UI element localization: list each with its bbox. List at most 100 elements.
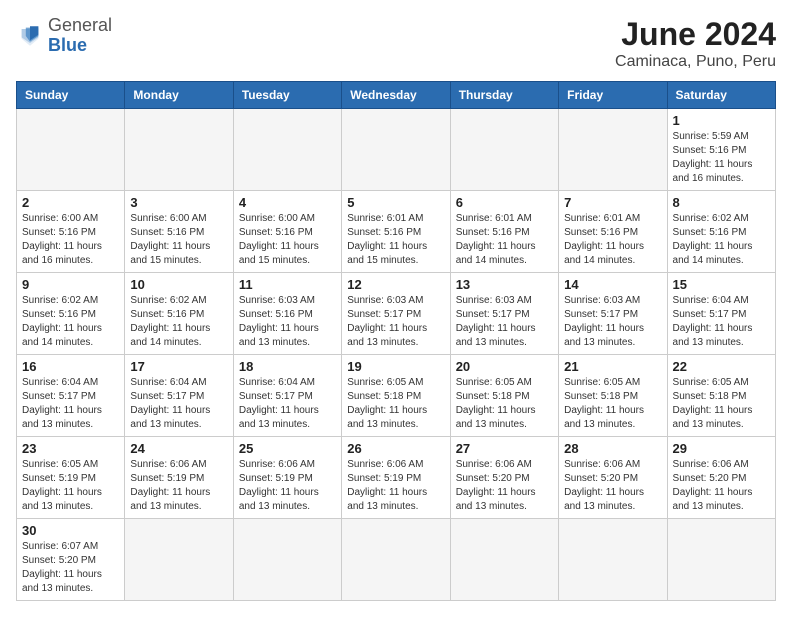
calendar-cell (559, 109, 667, 191)
day-number: 23 (22, 441, 119, 456)
day-number: 10 (130, 277, 227, 292)
calendar: SundayMondayTuesdayWednesdayThursdayFrid… (16, 81, 776, 601)
calendar-cell: 18 Sunrise: 6:04 AM Sunset: 5:17 PM Dayli… (233, 355, 341, 437)
calendar-cell: 13Sunrise: 6:03 AM Sunset: 5:17 PM Dayli… (450, 273, 558, 355)
calendar-cell (233, 519, 341, 601)
calendar-cell: 11 Sunrise: 6:03 AM Sunset: 5:16 PM Dayli… (233, 273, 341, 355)
calendar-cell: 5 Sunrise: 6:01 AM Sunset: 5:16 PM Daylig… (342, 191, 450, 273)
day-number: 6 (456, 195, 553, 210)
day-info: Sunrise: 6:01 AM Sunset: 5:16 PM Dayligh… (347, 212, 444, 268)
calendar-cell: 25Sunrise: 6:06 AM Sunset: 5:19 PM Dayli… (233, 437, 341, 519)
calendar-cell: 6Sunrise: 6:01 AM Sunset: 5:16 PM Daylig… (450, 191, 558, 273)
calendar-cell (17, 109, 125, 191)
day-info: Sunrise: 6:06 AM Sunset: 5:19 PM Dayligh… (130, 458, 227, 514)
day-number: 27 (456, 441, 553, 456)
calendar-cell (125, 519, 233, 601)
weekday-header-friday: Friday (559, 82, 667, 109)
weekday-header-thursday: Thursday (450, 82, 558, 109)
header: General Blue June 2024 Caminaca, Puno, P… (16, 16, 776, 71)
day-number: 29 (673, 441, 770, 456)
calendar-cell: 20 Sunrise: 6:05 AM Sunset: 5:18 PM Dayli… (450, 355, 558, 437)
weekday-header-saturday: Saturday (667, 82, 775, 109)
month-year: June 2024 (615, 16, 776, 53)
day-number: 11 (239, 277, 336, 292)
calendar-cell: 14Sunrise: 6:03 AM Sunset: 5:17 PM Dayli… (559, 273, 667, 355)
calendar-cell: 30Sunrise: 6:07 AM Sunset: 5:20 PM Dayli… (17, 519, 125, 601)
day-info: Sunrise: 6:02 AM Sunset: 5:16 PM Dayligh… (673, 212, 770, 268)
calendar-cell: 15 Sunrise: 6:04 AM Sunset: 5:17 PM Dayli… (667, 273, 775, 355)
logo-general: General (48, 15, 112, 35)
day-number: 7 (564, 195, 661, 210)
day-info: Sunrise: 6:04 AM Sunset: 5:17 PM Dayligh… (239, 376, 336, 432)
calendar-cell (450, 109, 558, 191)
day-info: Sunrise: 6:02 AM Sunset: 5:16 PM Dayligh… (130, 294, 227, 350)
weekday-header-monday: Monday (125, 82, 233, 109)
day-info: Sunrise: 6:00 AM Sunset: 5:16 PM Dayligh… (239, 212, 336, 268)
calendar-cell: 28 Sunrise: 6:06 AM Sunset: 5:20 PM Dayli… (559, 437, 667, 519)
day-info: Sunrise: 6:06 AM Sunset: 5:20 PM Dayligh… (564, 458, 661, 514)
day-info: Sunrise: 6:05 AM Sunset: 5:18 PM Dayligh… (456, 376, 553, 432)
logo-blue: Blue (48, 35, 87, 55)
day-number: 20 (456, 359, 553, 374)
calendar-cell: 29 Sunrise: 6:06 AM Sunset: 5:20 PM Dayli… (667, 437, 775, 519)
weekday-header-wednesday: Wednesday (342, 82, 450, 109)
calendar-cell: 19 Sunrise: 6:05 AM Sunset: 5:18 PM Dayli… (342, 355, 450, 437)
day-info: Sunrise: 6:05 AM Sunset: 5:18 PM Dayligh… (673, 376, 770, 432)
calendar-cell: 27 Sunrise: 6:06 AM Sunset: 5:20 PM Dayli… (450, 437, 558, 519)
day-number: 28 (564, 441, 661, 456)
day-info: Sunrise: 6:03 AM Sunset: 5:17 PM Dayligh… (347, 294, 444, 350)
day-number: 26 (347, 441, 444, 456)
day-number: 13 (456, 277, 553, 292)
day-number: 19 (347, 359, 444, 374)
calendar-cell: 24Sunrise: 6:06 AM Sunset: 5:19 PM Dayli… (125, 437, 233, 519)
calendar-cell (667, 519, 775, 601)
day-info: Sunrise: 6:04 AM Sunset: 5:17 PM Dayligh… (673, 294, 770, 350)
location: Caminaca, Puno, Peru (615, 53, 776, 71)
day-info: Sunrise: 6:05 AM Sunset: 5:19 PM Dayligh… (22, 458, 119, 514)
day-info: Sunrise: 6:07 AM Sunset: 5:20 PM Dayligh… (22, 540, 119, 596)
calendar-cell (342, 519, 450, 601)
day-info: Sunrise: 6:06 AM Sunset: 5:19 PM Dayligh… (239, 458, 336, 514)
day-number: 4 (239, 195, 336, 210)
week-row-4: 16 Sunrise: 6:04 AM Sunset: 5:17 PM Dayli… (17, 355, 776, 437)
calendar-cell: 9Sunrise: 6:02 AM Sunset: 5:16 PM Daylig… (17, 273, 125, 355)
calendar-cell: 7Sunrise: 6:01 AM Sunset: 5:16 PM Daylig… (559, 191, 667, 273)
calendar-cell: 23 Sunrise: 6:05 AM Sunset: 5:19 PM Dayli… (17, 437, 125, 519)
calendar-cell: 4 Sunrise: 6:00 AM Sunset: 5:16 PM Daylig… (233, 191, 341, 273)
week-row-3: 9Sunrise: 6:02 AM Sunset: 5:16 PM Daylig… (17, 273, 776, 355)
day-info: Sunrise: 6:02 AM Sunset: 5:16 PM Dayligh… (22, 294, 119, 350)
weekday-header-row: SundayMondayTuesdayWednesdayThursdayFrid… (17, 82, 776, 109)
day-number: 21 (564, 359, 661, 374)
day-number: 22 (673, 359, 770, 374)
day-info: Sunrise: 6:06 AM Sunset: 5:19 PM Dayligh… (347, 458, 444, 514)
day-info: Sunrise: 6:06 AM Sunset: 5:20 PM Dayligh… (673, 458, 770, 514)
day-info: Sunrise: 6:05 AM Sunset: 5:18 PM Dayligh… (347, 376, 444, 432)
calendar-cell (233, 109, 341, 191)
week-row-5: 23 Sunrise: 6:05 AM Sunset: 5:19 PM Dayli… (17, 437, 776, 519)
calendar-cell: 17Sunrise: 6:04 AM Sunset: 5:17 PM Dayli… (125, 355, 233, 437)
day-number: 18 (239, 359, 336, 374)
calendar-cell (342, 109, 450, 191)
day-number: 2 (22, 195, 119, 210)
calendar-cell: 10 Sunrise: 6:02 AM Sunset: 5:16 PM Dayli… (125, 273, 233, 355)
calendar-cell (125, 109, 233, 191)
day-info: Sunrise: 6:03 AM Sunset: 5:16 PM Dayligh… (239, 294, 336, 350)
calendar-cell (559, 519, 667, 601)
day-number: 5 (347, 195, 444, 210)
calendar-cell (450, 519, 558, 601)
day-number: 12 (347, 277, 444, 292)
day-number: 8 (673, 195, 770, 210)
day-number: 16 (22, 359, 119, 374)
logo-text: General Blue (48, 16, 112, 56)
day-number: 3 (130, 195, 227, 210)
calendar-cell: 1Sunrise: 5:59 AM Sunset: 5:16 PM Daylig… (667, 109, 775, 191)
day-number: 15 (673, 277, 770, 292)
weekday-header-sunday: Sunday (17, 82, 125, 109)
logo: General Blue (16, 16, 112, 56)
day-info: Sunrise: 6:04 AM Sunset: 5:17 PM Dayligh… (22, 376, 119, 432)
day-info: Sunrise: 6:05 AM Sunset: 5:18 PM Dayligh… (564, 376, 661, 432)
day-info: Sunrise: 6:06 AM Sunset: 5:20 PM Dayligh… (456, 458, 553, 514)
weekday-header-tuesday: Tuesday (233, 82, 341, 109)
logo-icon (16, 22, 44, 50)
calendar-cell: 26 Sunrise: 6:06 AM Sunset: 5:19 PM Dayli… (342, 437, 450, 519)
